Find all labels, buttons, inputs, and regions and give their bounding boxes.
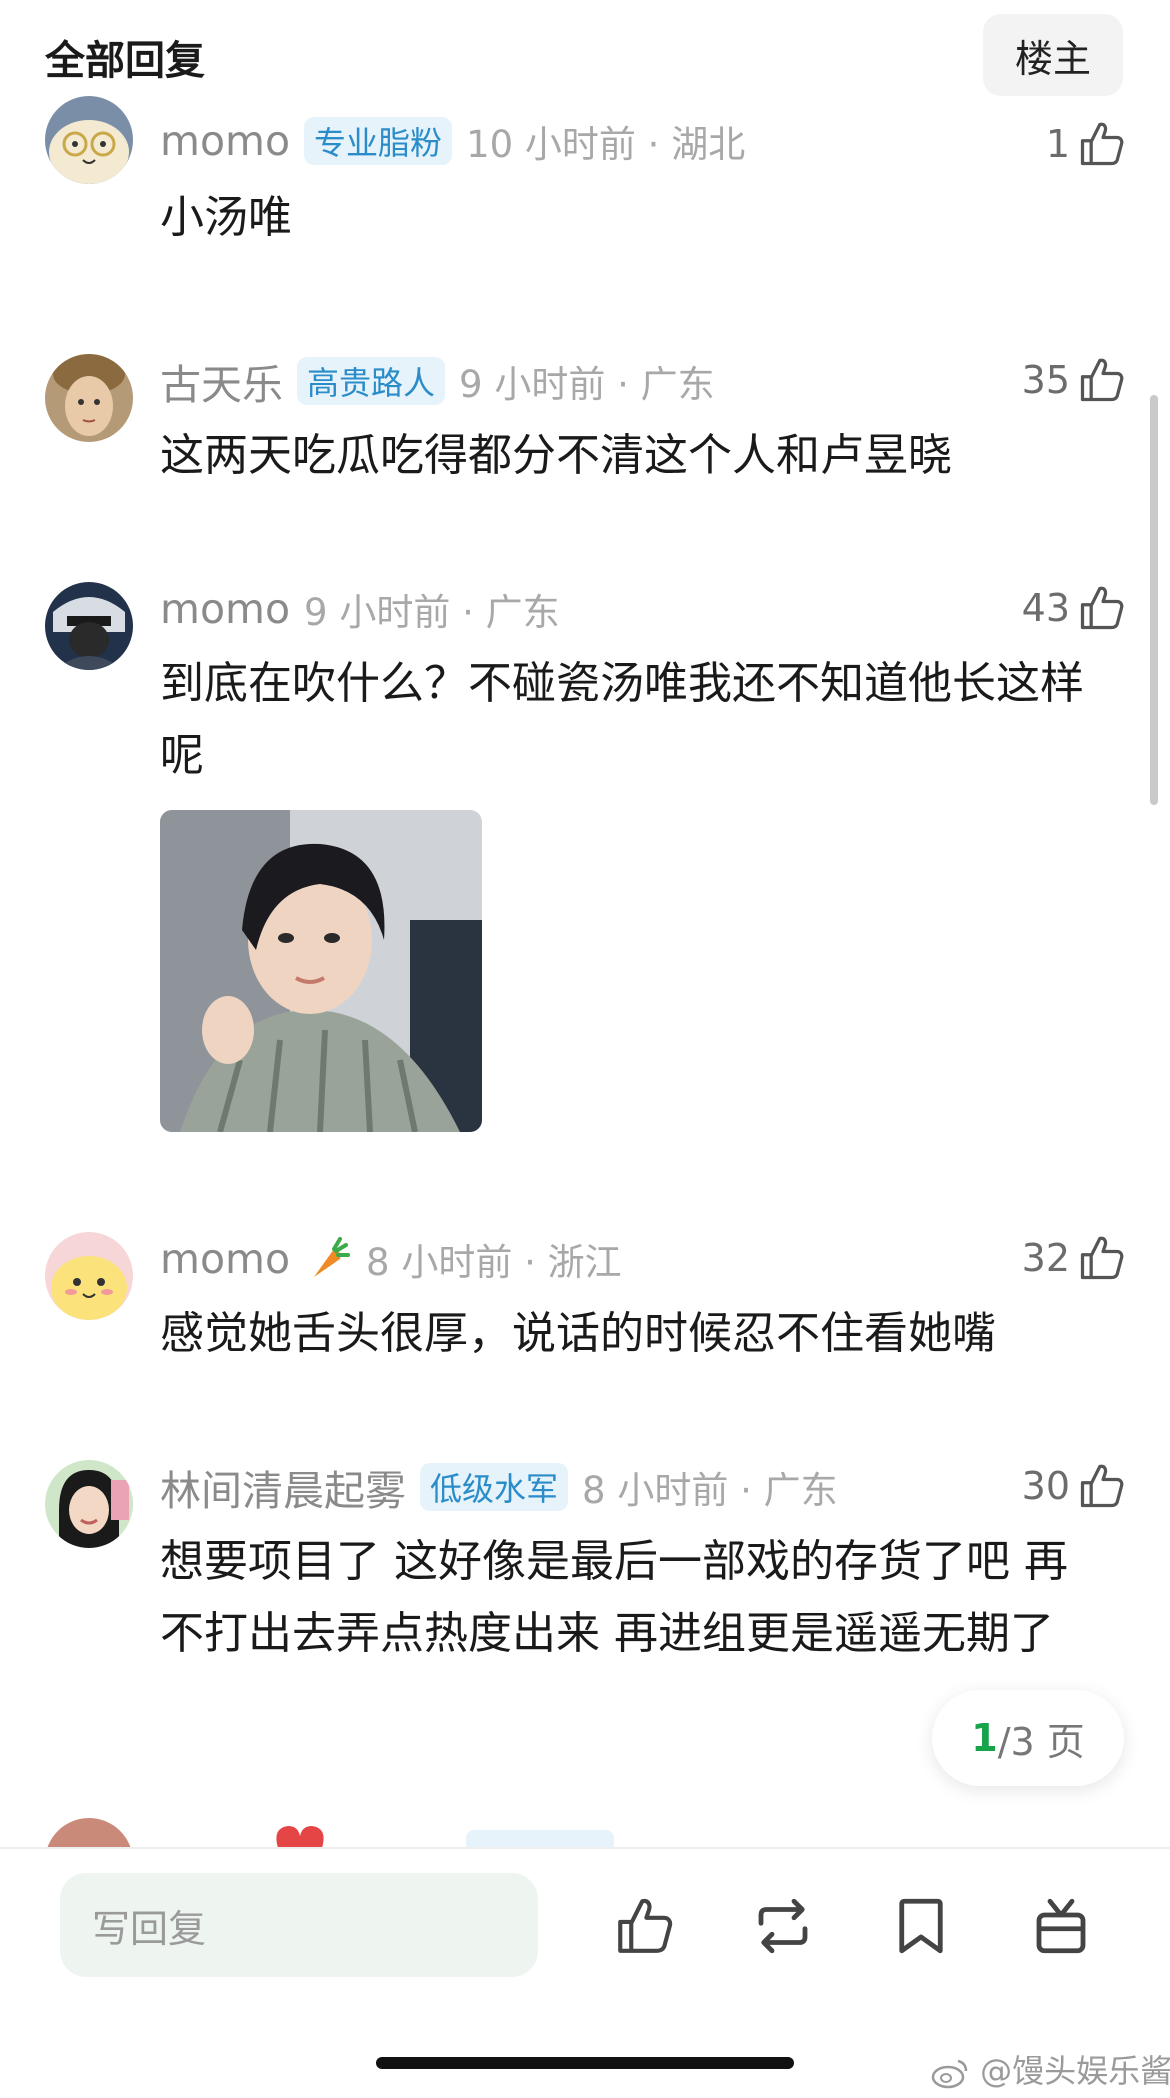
current-page: 1	[971, 1716, 998, 1760]
username[interactable]: momo	[160, 117, 290, 165]
op-filter-button[interactable]: 楼主	[983, 14, 1123, 96]
fan-badge: 高贵路人	[297, 357, 446, 405]
username[interactable]: momo	[160, 1235, 290, 1283]
like-count: 1	[1045, 122, 1070, 166]
username[interactable]: momo	[160, 585, 290, 633]
page-title: 全部回复	[45, 38, 205, 84]
comment-meta: 古天乐 高贵路人 9 小时前 · 广东	[160, 356, 715, 409]
total-pages: /3 页	[997, 1719, 1085, 1764]
watermark: @馒头娱乐酱	[930, 2046, 1170, 2092]
avatar[interactable]	[45, 354, 133, 442]
like-button[interactable]: 43	[1022, 582, 1128, 634]
fan-badge: 专业脂粉	[304, 117, 453, 165]
timestamp-location: 10 小时前 · 湖北	[466, 123, 746, 166]
like-button[interactable]: 30	[1022, 1460, 1128, 1512]
weibo-logo-icon	[931, 2059, 968, 2089]
username[interactable]: 古天乐	[160, 351, 283, 411]
comment-text: 感觉她舌头很厚，说话的时候忍不住看她嘴	[160, 1308, 996, 1359]
like-count: 32	[1021, 1236, 1070, 1280]
like-count: 35	[1021, 358, 1070, 402]
scrollbar[interactable]	[1150, 395, 1158, 805]
thumbs-up-icon	[1080, 1464, 1124, 1508]
reply-input[interactable]: 写回复	[60, 1873, 538, 1977]
comment-item: momo 8 小时前 · 浙江 32 感觉她舌头很厚，说话的时候忍不住看她嘴	[0, 1228, 1170, 1359]
timestamp-location: 8 小时前 · 广东	[582, 1469, 838, 1512]
like-count: 43	[1021, 586, 1070, 630]
timestamp-location: 9 小时前 · 广东	[304, 591, 560, 634]
avatar[interactable]	[45, 1460, 133, 1548]
like-button[interactable]: 1	[1046, 118, 1128, 170]
like-button[interactable]: 35	[1022, 354, 1128, 406]
header: 全部回复 楼主	[0, 0, 1170, 112]
timestamp-location: 9 小时前 · 广东	[459, 363, 715, 406]
avatar[interactable]	[45, 96, 133, 184]
watermark-text: @馒头娱乐酱	[980, 2052, 1170, 2090]
avatar[interactable]	[45, 1232, 133, 1320]
thumbs-up-icon	[1080, 1236, 1124, 1280]
comment-meta: momo 9 小时前 · 广东	[160, 584, 560, 634]
home-indicator[interactable]	[376, 2057, 794, 2069]
comment-text: 想要项目了 这好像是最后一部戏的存货了吧 再不打出去弄点热度出来 再进组更是遥遥…	[160, 1536, 1068, 1659]
like-button[interactable]: 32	[1022, 1232, 1128, 1284]
thumbs-up-icon[interactable]	[612, 1893, 678, 1959]
comment-image[interactable]	[160, 810, 482, 1132]
comment-text: 这两天吃瓜吃得都分不清这个人和卢昱晓	[160, 430, 952, 481]
page-indicator[interactable]: 1 /3 页	[932, 1690, 1124, 1786]
repost-icon[interactable]	[750, 1893, 816, 1959]
comment-item: momo 专业脂粉 10 小时前 · 湖北 1 小汤唯	[0, 96, 1170, 243]
gift-icon[interactable]	[1028, 1893, 1094, 1959]
avatar[interactable]	[45, 582, 133, 670]
comment-item: 古天乐 高贵路人 9 小时前 · 广东 35 这两天吃瓜吃得都分不清这个人和卢昱…	[0, 350, 1170, 481]
comment-meta: momo 专业脂粉 10 小时前 · 湖北	[160, 116, 745, 166]
bookmark-icon[interactable]	[888, 1893, 954, 1959]
comment-text: 小汤唯	[160, 192, 292, 243]
like-count: 30	[1021, 1464, 1070, 1508]
username[interactable]: 林间清晨起雾	[160, 1457, 406, 1517]
thumbs-up-icon	[1080, 358, 1124, 402]
next-comment-peek	[0, 1818, 1170, 1848]
thumbs-up-icon	[1080, 586, 1124, 630]
timestamp-location: 8 小时前 · 浙江	[366, 1241, 622, 1284]
comment-text: 到底在吹什么？不碰瓷汤唯我还不知道他长这样呢	[160, 658, 1084, 781]
thumbs-up-icon	[1080, 122, 1124, 166]
comment-item: momo 9 小时前 · 广东 43 到底在吹什么？不碰瓷汤唯我还不知道他长这样…	[0, 578, 1170, 1138]
carrot-icon	[314, 1237, 351, 1277]
comment-meta: 林间清晨起雾 低级水军 8 小时前 · 广东	[160, 1462, 838, 1515]
comment-meta: momo 8 小时前 · 浙江	[160, 1234, 622, 1284]
fan-badge: 低级水军	[420, 1463, 569, 1511]
